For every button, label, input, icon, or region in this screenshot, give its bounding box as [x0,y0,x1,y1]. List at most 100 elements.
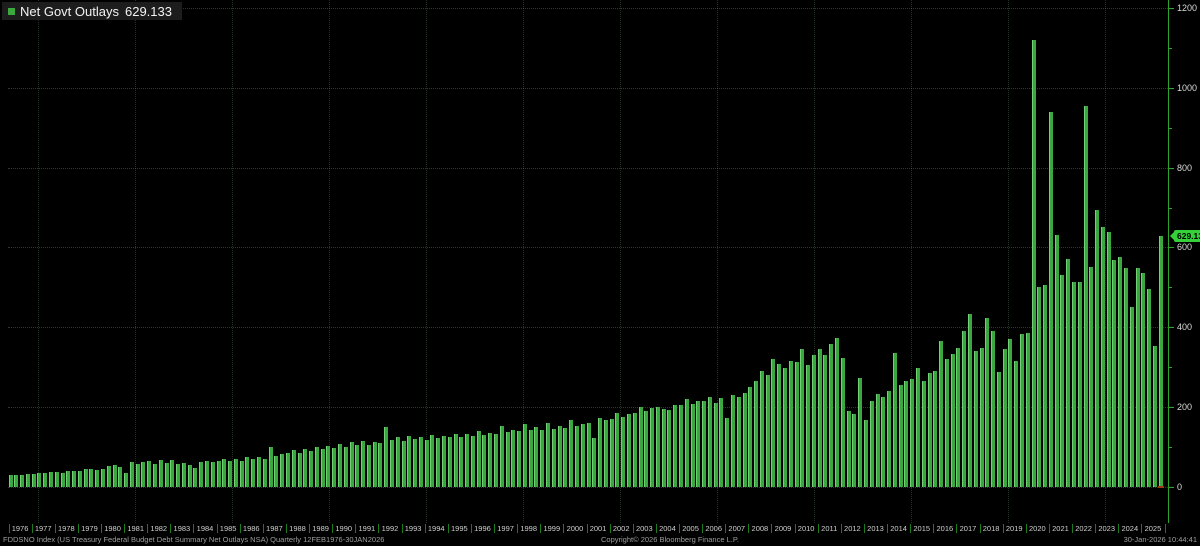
outlays-bar[interactable] [887,391,891,487]
outlays-bar[interactable] [1043,285,1047,487]
outlays-bar[interactable] [1130,307,1134,487]
x-axis-year-label[interactable]: 2009 [775,525,792,533]
outlays-bar[interactable] [1159,236,1163,487]
outlays-bar[interactable] [945,359,949,487]
outlays-bar[interactable] [540,430,544,487]
outlays-bar[interactable] [49,472,53,487]
outlays-bar[interactable] [124,473,128,487]
outlays-bar[interactable] [685,399,689,487]
outlays-bar[interactable] [182,463,186,487]
outlays-bar[interactable] [1026,333,1030,487]
x-axis-year-label[interactable]: 2004 [659,525,676,533]
outlays-bar[interactable] [72,471,76,487]
outlays-bar[interactable] [228,461,232,487]
outlays-bar[interactable] [78,471,82,487]
x-axis-year-label[interactable]: 2008 [752,525,769,533]
outlays-bar[interactable] [1124,268,1128,487]
outlays-bar[interactable] [350,442,354,487]
outlays-bar[interactable] [1078,282,1082,487]
outlays-bar[interactable] [1066,259,1070,487]
outlays-bar[interactable] [344,447,348,487]
outlays-bar[interactable] [766,375,770,487]
x-axis-year-label[interactable]: 1982 [150,525,167,533]
outlays-bar[interactable] [471,436,475,487]
outlays-bar[interactable] [1008,339,1012,487]
outlays-bar[interactable] [835,338,839,487]
outlays-bar[interactable] [107,466,111,487]
x-axis-year-label[interactable]: 1985 [220,525,237,533]
outlays-bar[interactable] [916,368,920,487]
outlays-bar[interactable] [748,387,752,487]
outlays-bar[interactable] [20,475,24,487]
outlays-bar[interactable] [679,405,683,487]
outlays-bar[interactable] [928,373,932,487]
outlays-bar[interactable] [789,361,793,487]
x-axis-year-label[interactable]: 2007 [728,525,745,533]
outlays-bar[interactable] [153,464,157,487]
outlays-bar[interactable] [529,430,533,487]
outlays-bar[interactable] [130,462,134,487]
outlays-bar[interactable] [101,469,105,487]
outlays-bar[interactable] [696,401,700,487]
outlays-bar[interactable] [604,420,608,487]
outlays-bar[interactable] [939,341,943,487]
x-axis-year-label[interactable]: 2005 [682,525,699,533]
outlays-bar[interactable] [442,436,446,487]
outlays-bar[interactable] [407,436,411,487]
outlays-bar[interactable] [43,473,47,487]
outlays-bar[interactable] [517,431,521,487]
x-axis-year-label[interactable]: 1984 [197,525,214,533]
outlays-bar[interactable] [598,418,602,487]
outlays-bar[interactable] [714,403,718,487]
outlays-bar[interactable] [396,437,400,487]
x-axis-year-label[interactable]: 2018 [983,525,1000,533]
outlays-bar[interactable] [292,450,296,487]
outlays-bar[interactable] [581,424,585,487]
x-axis-year-label[interactable]: 2000 [567,525,584,533]
x-axis-year-label[interactable]: 2012 [844,525,861,533]
outlays-bar[interactable] [841,358,845,487]
outlays-bar[interactable] [263,459,267,487]
x-axis-year-label[interactable]: 2021 [1052,525,1069,533]
outlays-bar[interactable] [147,461,151,487]
x-axis-year-label[interactable]: 1992 [382,525,399,533]
x-axis-year-label[interactable]: 2017 [960,525,977,533]
outlays-bar[interactable] [165,463,169,487]
x-axis-year-label[interactable]: 1996 [474,525,491,533]
outlays-bar[interactable] [240,461,244,487]
x-axis-year-label[interactable]: 1990 [335,525,352,533]
outlays-bar[interactable] [644,411,648,487]
outlays-bar[interactable] [667,410,671,487]
outlays-bar[interactable] [922,381,926,487]
outlays-bar[interactable] [523,424,527,487]
outlays-bar[interactable] [633,413,637,487]
x-axis-year-label[interactable]: 1981 [127,525,144,533]
outlays-bar[interactable] [795,362,799,487]
outlays-bar[interactable] [367,445,371,487]
outlays-bar[interactable] [876,394,880,487]
outlays-bar[interactable] [956,348,960,487]
outlays-bar[interactable] [465,434,469,487]
outlays-bar[interactable] [1153,346,1157,487]
outlays-bar[interactable] [159,460,163,487]
outlays-bar[interactable] [1003,349,1007,487]
outlays-bar[interactable] [592,438,596,487]
outlays-bar[interactable] [488,433,492,487]
outlays-bar[interactable] [558,426,562,487]
outlays-bar[interactable] [390,440,394,487]
outlays-bar[interactable] [1072,282,1076,487]
outlays-bar[interactable] [338,444,342,487]
outlays-bar[interactable] [205,461,209,487]
outlays-bar[interactable] [823,355,827,487]
outlays-bar[interactable] [951,354,955,487]
outlays-bar[interactable] [783,368,787,487]
outlays-bar[interactable] [141,462,145,487]
outlays-bar[interactable] [812,355,816,487]
outlays-bar[interactable] [933,371,937,487]
outlays-bar[interactable] [575,426,579,487]
x-axis-year-label[interactable]: 1989 [312,525,329,533]
outlays-bar[interactable] [1084,106,1088,487]
outlays-bar[interactable] [280,454,284,487]
outlays-bar[interactable] [610,419,614,487]
outlays-bar[interactable] [870,401,874,487]
